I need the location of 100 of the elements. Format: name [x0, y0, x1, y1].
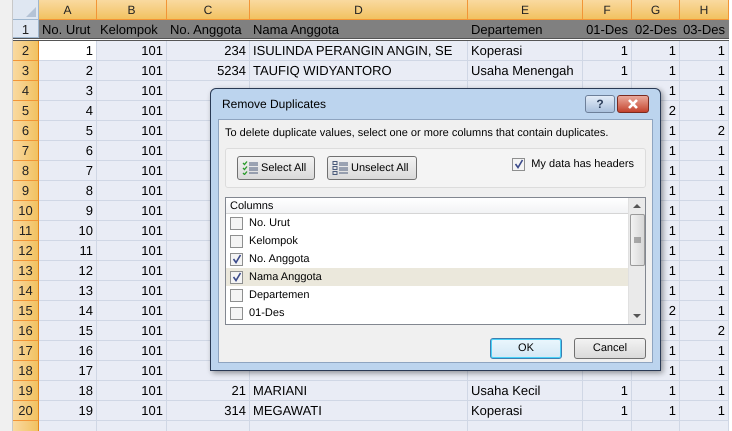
column-header[interactable]: B — [97, 0, 167, 20]
table-cell: 1 — [680, 301, 729, 321]
row-header[interactable]: 4 — [13, 81, 39, 101]
list-header: Columns — [226, 198, 628, 214]
help-button[interactable]: ? — [585, 95, 615, 113]
checkbox[interactable] — [230, 252, 243, 266]
column-header[interactable]: H — [680, 0, 729, 20]
headers-checkbox[interactable] — [512, 158, 526, 170]
checkbox[interactable] — [230, 288, 243, 302]
table-cell: 1 — [680, 61, 729, 81]
unselect-all-button[interactable]: Unselect All — [327, 156, 417, 180]
checkbox-label: 01-Des — [249, 306, 284, 321]
row-header[interactable]: 15 — [13, 301, 39, 321]
table-cell: 1 — [680, 201, 729, 221]
row-header[interactable]: 8 — [13, 161, 39, 181]
column-header[interactable]: D — [250, 0, 468, 20]
table-cell: 13 — [39, 281, 97, 301]
table-cell: 1 — [680, 281, 729, 301]
checkbox-label: Kelompok — [249, 234, 298, 249]
checkbox[interactable] — [230, 234, 243, 248]
table-cell: 101 — [97, 61, 167, 81]
header-cell: No. Anggota — [167, 20, 250, 38]
row-header[interactable]: 17 — [13, 341, 39, 361]
table-cell: 4 — [39, 101, 97, 121]
table-cell: 101 — [97, 301, 167, 321]
table-cell: 1 — [632, 61, 680, 81]
row-header[interactable]: 5 — [13, 101, 39, 121]
list-icon — [332, 161, 348, 175]
table-cell: 1 — [583, 401, 632, 421]
table-cell: 101 — [97, 341, 167, 361]
table-cell: 101 — [97, 101, 167, 121]
close-button[interactable] — [617, 95, 649, 113]
table-cell: 101 — [97, 241, 167, 261]
table-cell: MARIANI — [250, 381, 468, 401]
table-cell: 1 — [583, 61, 632, 81]
row-header[interactable]: 19 — [13, 381, 39, 401]
row-header[interactable]: 9 — [13, 181, 39, 201]
table-cell: 16 — [39, 341, 97, 361]
row-header[interactable]: 13 — [13, 261, 39, 281]
select-all-button[interactable]: Select All — [237, 156, 315, 180]
header-cell: 02-Des — [632, 20, 680, 38]
cancel-button[interactable]: Cancel — [574, 338, 646, 359]
table-cell: 101 — [97, 161, 167, 181]
table-cell: 10 — [39, 221, 97, 241]
row-header[interactable]: 2 — [13, 41, 39, 61]
table-cell: 101 — [97, 361, 167, 381]
column-header[interactable]: E — [468, 0, 583, 20]
row-header[interactable]: 18 — [13, 361, 39, 381]
table-cell: 1 — [632, 41, 680, 61]
row-header[interactable]: 7 — [13, 141, 39, 161]
table-cell: 1 — [680, 241, 729, 261]
table-cell: 1 — [680, 141, 729, 161]
table-cell: Koperasi — [468, 401, 583, 421]
table-cell: 1 — [680, 41, 729, 61]
checkbox[interactable] — [230, 270, 243, 284]
checkbox[interactable] — [230, 306, 243, 320]
column-header[interactable]: G — [632, 0, 680, 20]
column-header[interactable]: A — [39, 0, 97, 20]
headers-checkbox-label: My data has headers — [531, 156, 634, 172]
column-header[interactable]: C — [167, 0, 250, 20]
row-header[interactable]: 11 — [13, 221, 39, 241]
header-cell: No. Urut — [39, 20, 97, 38]
table-cell: 101 — [97, 221, 167, 241]
table-cell: 1 — [680, 101, 729, 121]
table-cell: 101 — [97, 181, 167, 201]
table-cell: 5 — [39, 121, 97, 141]
table-cell: 1 — [680, 361, 729, 381]
table-cell: 2 — [39, 61, 97, 81]
table-cell: 1 — [680, 181, 729, 201]
header-cell: 03-Des — [680, 20, 729, 38]
table-cell: 17 — [39, 361, 97, 381]
table-cell: 11 — [39, 241, 97, 261]
scroll-thumb[interactable] — [630, 214, 644, 266]
table-cell: 101 — [97, 141, 167, 161]
row-header[interactable]: 3 — [13, 61, 39, 81]
checkbox[interactable] — [230, 216, 243, 230]
corner-triangle-icon — [26, 7, 36, 17]
row-header[interactable]: 20 — [13, 401, 39, 421]
table-cell: 1 — [680, 161, 729, 181]
ok-button[interactable]: OK — [490, 338, 562, 359]
column-header[interactable]: F — [583, 0, 632, 20]
table-cell: MEGAWATI — [250, 401, 468, 421]
checkbox-label: Nama Anggota — [249, 270, 322, 285]
checklist-icon — [242, 161, 258, 175]
row-header[interactable]: 6 — [13, 121, 39, 141]
table-cell: ISULINDA PERANGIN ANGIN, SE — [250, 41, 468, 61]
row-header[interactable]: 14 — [13, 281, 39, 301]
row-header[interactable]: 16 — [13, 321, 39, 341]
table-cell: 1 — [583, 381, 632, 401]
table-cell: 12 — [39, 261, 97, 281]
table-cell: 314 — [167, 401, 250, 421]
table-cell: 1 — [632, 401, 680, 421]
column-list-item[interactable]: Nama Anggota — [226, 268, 628, 286]
instruction-text: To delete duplicate values, select one or more columns that contain duplicates. — [225, 126, 610, 141]
row-header[interactable]: 12 — [13, 241, 39, 261]
table-cell: 1 — [632, 381, 680, 401]
table-cell: 1 — [680, 381, 729, 401]
scrollbar[interactable] — [628, 198, 645, 324]
row-header[interactable]: 10 — [13, 201, 39, 221]
row-header[interactable]: 1 — [13, 20, 39, 38]
